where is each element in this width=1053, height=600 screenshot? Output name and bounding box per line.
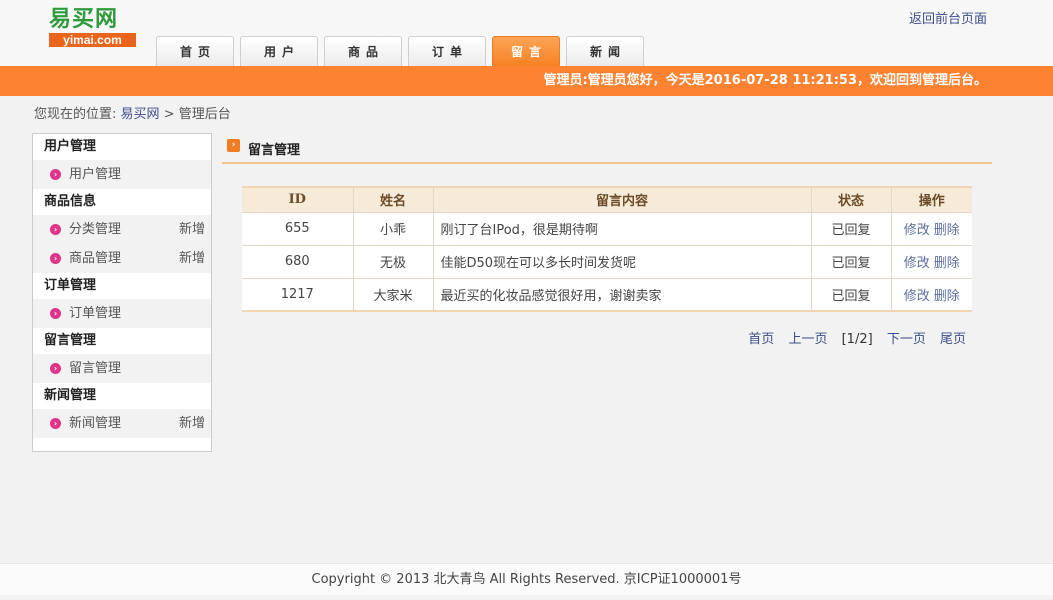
back-to-frontend-link[interactable]: 返回前台页面 <box>909 8 987 27</box>
bullet-arrow-icon: › <box>50 169 61 180</box>
breadcrumb: 您现在的位置: 易买网 > 管理后台 <box>34 103 231 122</box>
sidebar-group-products: 商品信息 <box>33 189 211 215</box>
cell-status: 已回复 <box>810 244 891 278</box>
message-table: ID 姓名 留言内容 状态 操作 655 小乖 刚订了台IPod，很是期待啊 已… <box>242 186 972 312</box>
bullet-arrow-icon: › <box>50 224 61 235</box>
add-news-link[interactable]: 新增 <box>179 409 205 438</box>
breadcrumb-prefix: 您现在的位置: <box>34 107 117 122</box>
bullet-arrow-icon: › <box>50 253 61 264</box>
sidebar-item-order-management[interactable]: › 订单管理 <box>33 299 211 328</box>
add-product-link[interactable]: 新增 <box>179 244 205 273</box>
edit-link[interactable]: 修改 <box>904 289 930 304</box>
cell-id: 680 <box>242 244 353 278</box>
bullet-arrow-icon: › <box>50 418 61 429</box>
cell-name: 小乖 <box>352 211 433 245</box>
cell-id: 1217 <box>242 277 353 311</box>
pagination: 首页 上一页 [1/2] 下一页 尾页 <box>738 328 966 347</box>
delete-link[interactable]: 删除 <box>934 223 960 238</box>
nav-tab-products[interactable]: 商品 <box>324 36 402 66</box>
cell-content: 佳能D50现在可以多长时间发货呢 <box>432 244 811 278</box>
sidebar-group-news: 新闻管理 <box>33 383 211 409</box>
nav-tab-orders[interactable]: 订单 <box>408 36 486 66</box>
cell-actions: 修改 删除 <box>890 244 972 278</box>
section-title: 留言管理 <box>248 143 301 158</box>
column-header-content: 留言内容 <box>432 186 811 212</box>
cell-status: 已回复 <box>810 211 891 245</box>
edit-link[interactable]: 修改 <box>904 256 930 271</box>
sidebar-item-news-management[interactable]: › 新闻管理 新增 <box>33 409 211 438</box>
logo-text-en: yimai.com <box>49 33 136 47</box>
nav-tab-users[interactable]: 用户 <box>240 36 318 66</box>
sidebar-item-label[interactable]: 新闻管理 <box>69 416 121 431</box>
breadcrumb-current: 管理后台 <box>178 107 231 122</box>
pager-next-link[interactable]: 下一页 <box>887 332 926 347</box>
pager-last-link[interactable]: 尾页 <box>940 332 966 347</box>
column-header-name: 姓名 <box>352 186 433 212</box>
edit-link[interactable]: 修改 <box>904 223 930 238</box>
column-header-id: ID <box>242 186 353 212</box>
add-category-link[interactable]: 新增 <box>179 215 205 244</box>
bullet-arrow-icon: › <box>50 308 61 319</box>
table-row: 655 小乖 刚订了台IPod，很是期待啊 已回复 修改 删除 <box>242 211 972 245</box>
header: 易买网 yimai.com 返回前台页面 首页 用户 商品 订单 留言 新闻 <box>0 0 1053 66</box>
footer-copyright: Copyright © 2013 北大青鸟 All Rights Reserve… <box>311 572 742 587</box>
breadcrumb-site-link[interactable]: 易买网 <box>121 107 160 122</box>
main-nav: 首页 用户 商品 订单 留言 新闻 <box>156 36 650 66</box>
cell-content: 最近买的化妆品感觉很好用，谢谢卖家 <box>432 277 811 311</box>
sidebar-item-label[interactable]: 用户管理 <box>69 167 121 182</box>
column-header-actions: 操作 <box>890 186 972 212</box>
logo-text-cn: 易买网 <box>49 6 119 32</box>
delete-link[interactable]: 删除 <box>934 256 960 271</box>
sidebar-item-category-management[interactable]: › 分类管理 新增 <box>33 215 211 244</box>
table-row: 680 无极 佳能D50现在可以多长时间发货呢 已回复 修改 删除 <box>242 244 972 278</box>
welcome-bar: 管理员:管理员您好，今天是2016-07-28 11:21:53，欢迎回到管理后… <box>0 66 1053 96</box>
table-row: 1217 大家米 最近买的化妆品感觉很好用，谢谢卖家 已回复 修改 删除 <box>242 277 972 311</box>
site-logo[interactable]: 易买网 yimai.com <box>49 6 136 47</box>
sidebar-group-messages: 留言管理 <box>33 328 211 354</box>
pager-prev-link[interactable]: 上一页 <box>788 332 827 347</box>
cell-name: 无极 <box>352 244 433 278</box>
nav-tab-home[interactable]: 首页 <box>156 36 234 66</box>
cell-content: 刚订了台IPod，很是期待啊 <box>432 211 811 245</box>
sidebar-item-user-management[interactable]: › 用户管理 <box>33 160 211 189</box>
welcome-message: 管理员:管理员您好，今天是2016-07-28 11:21:53，欢迎回到管理后… <box>543 73 987 88</box>
cell-actions: 修改 删除 <box>890 211 972 245</box>
sidebar-item-message-management[interactable]: › 留言管理 <box>33 354 211 383</box>
cell-actions: 修改 删除 <box>890 277 972 311</box>
breadcrumb-separator: > <box>163 107 175 122</box>
column-header-status: 状态 <box>810 186 891 212</box>
sidebar-group-orders: 订单管理 <box>33 273 211 299</box>
cell-id: 655 <box>242 211 353 245</box>
section-arrow-icon: › <box>227 139 240 152</box>
footer: Copyright © 2013 北大青鸟 All Rights Reserve… <box>0 563 1053 595</box>
sidebar-item-label[interactable]: 留言管理 <box>69 361 121 376</box>
sidebar-item-label[interactable]: 分类管理 <box>69 222 121 237</box>
nav-tab-messages[interactable]: 留言 <box>492 36 560 66</box>
cell-status: 已回复 <box>810 277 891 311</box>
sidebar-group-users: 用户管理 <box>33 134 211 160</box>
pager-current-page: [1/2] <box>841 332 873 347</box>
bullet-arrow-icon: › <box>50 363 61 374</box>
sidebar-item-label[interactable]: 商品管理 <box>69 251 121 266</box>
main-content: › 留言管理 ID 姓名 留言内容 状态 操作 655 小乖 刚订了台IPod，… <box>222 133 992 533</box>
section-header: › 留言管理 <box>222 133 992 164</box>
sidebar-item-product-management[interactable]: › 商品管理 新增 <box>33 244 211 273</box>
nav-tab-news[interactable]: 新闻 <box>566 36 644 66</box>
delete-link[interactable]: 删除 <box>934 289 960 304</box>
table-header-row: ID 姓名 留言内容 状态 操作 <box>242 186 972 212</box>
cell-name: 大家米 <box>352 277 433 311</box>
pager-first-link[interactable]: 首页 <box>748 332 774 347</box>
sidebar: 用户管理 › 用户管理 商品信息 › 分类管理 新增 › 商品管理 新增 订单管… <box>32 133 212 452</box>
sidebar-item-label[interactable]: 订单管理 <box>69 306 121 321</box>
